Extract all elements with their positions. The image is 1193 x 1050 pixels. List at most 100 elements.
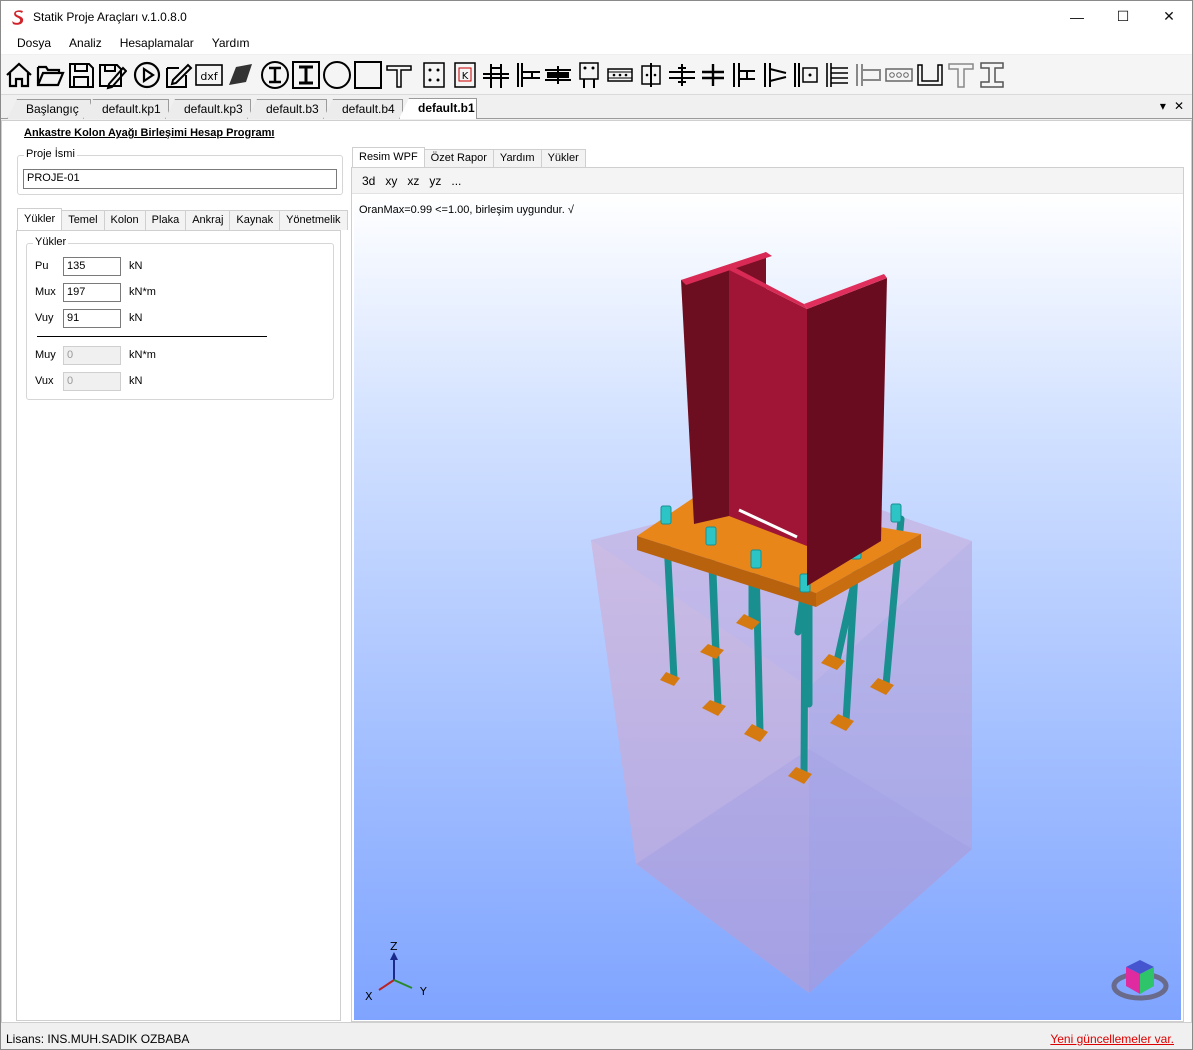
view-xz-button[interactable]: xz (407, 174, 419, 188)
maximize-button[interactable]: ☐ (1100, 1, 1146, 32)
3d-view-button[interactable] (225, 58, 255, 92)
tab-default-kp1[interactable]: default.kp1 (83, 99, 169, 119)
beam-connection-icon (483, 63, 509, 88)
status-bar: Lisans: INS.MUH.SADIK OZBABA Yeni güncel… (1, 1028, 1192, 1050)
menu-dosya[interactable]: Dosya (8, 36, 60, 50)
view-panel: 3d xy xz yz ... OranMax=0.99 <=1.00, bir… (351, 167, 1184, 1022)
loads-panel: Yükler Pu 135 kN Mux 197 kN*m Vuy 91 kN (16, 230, 341, 1021)
end-plate-button[interactable] (543, 58, 573, 92)
tab-kaynak[interactable]: Kaynak (229, 210, 281, 230)
view-more-button[interactable]: ... (451, 174, 461, 188)
3d-viewport[interactable]: OranMax=0.99 <=1.00, birleşim uygundur. … (354, 194, 1181, 1020)
beam-section-button[interactable] (384, 58, 414, 92)
muy-row: Muy 0 kN*m (35, 345, 156, 365)
tab-default-b4[interactable]: default.b4 (323, 99, 403, 119)
flange-splice-button[interactable] (605, 58, 635, 92)
axis-y-label: Y (419, 985, 427, 998)
column-plate-icon (794, 62, 818, 87)
i-section-icon (980, 61, 1004, 88)
view-xy-button[interactable]: xy (385, 174, 397, 188)
column-connection-button[interactable] (512, 58, 542, 92)
save-button[interactable] (66, 58, 96, 92)
tab-default-b1[interactable]: default.b1 (399, 98, 477, 119)
tab-kolon[interactable]: Kolon (103, 210, 146, 230)
column-beam-2-icon (764, 62, 787, 87)
save-as-button[interactable] (97, 58, 127, 92)
close-button[interactable]: ✕ (1146, 1, 1192, 32)
view-cube-icon[interactable] (1111, 960, 1169, 1001)
vuy-input[interactable]: 91 (63, 308, 121, 328)
loads-group-label: Yükler (33, 236, 69, 248)
tab-default-b3[interactable]: default.b3 (247, 99, 327, 119)
view-3d-button[interactable]: 3d (362, 174, 375, 188)
tab-yonetmelik[interactable]: Yönetmelik (279, 210, 348, 230)
tab-yukler-right[interactable]: Yükler (540, 149, 586, 167)
menu-hesaplamalar[interactable]: Hesaplamalar (111, 36, 203, 50)
save-as-icon (99, 63, 127, 89)
gray-bolts-icon (885, 67, 913, 82)
right-tab-strip: Resim WPF Özet Rapor Yardım Yükler (352, 147, 586, 167)
tab-yardim[interactable]: Yardım (492, 149, 542, 167)
dxf-button[interactable]: dxf (194, 58, 224, 92)
muy-unit: kN*m (129, 349, 156, 361)
mux-input[interactable]: 197 (63, 282, 121, 302)
pu-input[interactable]: 135 (63, 256, 121, 276)
minimize-button[interactable]: — (1054, 1, 1100, 32)
project-name-input[interactable]: PROJE-01 (23, 169, 337, 189)
menu-yardim[interactable]: Yardım (203, 36, 259, 50)
update-available-link[interactable]: Yeni güncellemeler var. (1050, 1032, 1174, 1046)
view-yz-button[interactable]: yz (429, 174, 441, 188)
circle-section-button[interactable] (322, 58, 352, 92)
pu-label: Pu (35, 260, 49, 272)
svg-text:K: K (462, 71, 469, 82)
plate-bolts-icon (423, 61, 445, 88)
column-grid-button[interactable] (822, 58, 852, 92)
web-splice-button[interactable] (636, 58, 666, 92)
box-i-section-button[interactable] (291, 58, 321, 92)
run-button[interactable] (132, 58, 162, 92)
main-content: Ankastre Kolon Ayağı Birleşimi Hesap Pro… (1, 120, 1192, 1023)
tab-list-dropdown-icon[interactable]: ▾ (1160, 99, 1166, 113)
tab-temel[interactable]: Temel (61, 210, 105, 230)
tab-ozet-rapor[interactable]: Özet Rapor (423, 149, 494, 167)
home-button[interactable] (4, 58, 34, 92)
column-beam-button[interactable] (729, 58, 759, 92)
tab-ankraj[interactable]: Ankraj (185, 210, 231, 230)
folder-icon (36, 65, 65, 86)
menu-analiz[interactable]: Analiz (60, 36, 111, 50)
app-window: Statik Proje Araçları v.1.0.8.0 — ☐ ✕ Do… (0, 0, 1193, 1050)
gray-bolts-button[interactable] (884, 58, 914, 92)
app-logo-icon (12, 9, 24, 25)
column-grid-icon (826, 62, 848, 87)
column-plate-button[interactable] (791, 58, 821, 92)
tab-close-icon[interactable]: ✕ (1174, 99, 1184, 113)
circle-i-section-button[interactable] (260, 58, 290, 92)
gray-column-button[interactable] (853, 58, 883, 92)
plate-bolts-button[interactable] (419, 58, 449, 92)
circle-i-section-icon (261, 60, 289, 89)
vuy-label: Vuy (35, 312, 54, 324)
column-connection-icon (517, 62, 540, 87)
license-text: Lisans: INS.MUH.SADIK OZBABA (6, 1032, 190, 1046)
tab-plaka[interactable]: Plaka (144, 210, 187, 230)
dxf-icon: dxf (195, 63, 223, 86)
box-i-section-icon (292, 60, 320, 89)
column-beam-2-button[interactable] (760, 58, 790, 92)
bolted-beam-button[interactable] (667, 58, 697, 92)
axis-x-label: X (365, 990, 373, 1003)
open-button[interactable] (35, 58, 65, 92)
edit-button[interactable] (163, 58, 193, 92)
plate-k-button[interactable]: K (450, 58, 480, 92)
beam-connection-button[interactable] (481, 58, 511, 92)
vuy-unit: kN (129, 312, 143, 324)
tab-yukler[interactable]: Yükler (17, 208, 63, 230)
u-section-button[interactable] (915, 58, 945, 92)
rectangle-section-button[interactable] (353, 58, 383, 92)
tab-default-kp3[interactable]: default.kp3 (165, 99, 251, 119)
splice-plate-button[interactable] (574, 58, 604, 92)
tab-resim-wpf[interactable]: Resim WPF (352, 147, 425, 167)
t-section-button[interactable] (946, 58, 976, 92)
tab-baslangic[interactable]: Başlangıç (7, 99, 91, 119)
cross-beam-button[interactable] (698, 58, 728, 92)
i-section-button[interactable] (977, 58, 1007, 92)
